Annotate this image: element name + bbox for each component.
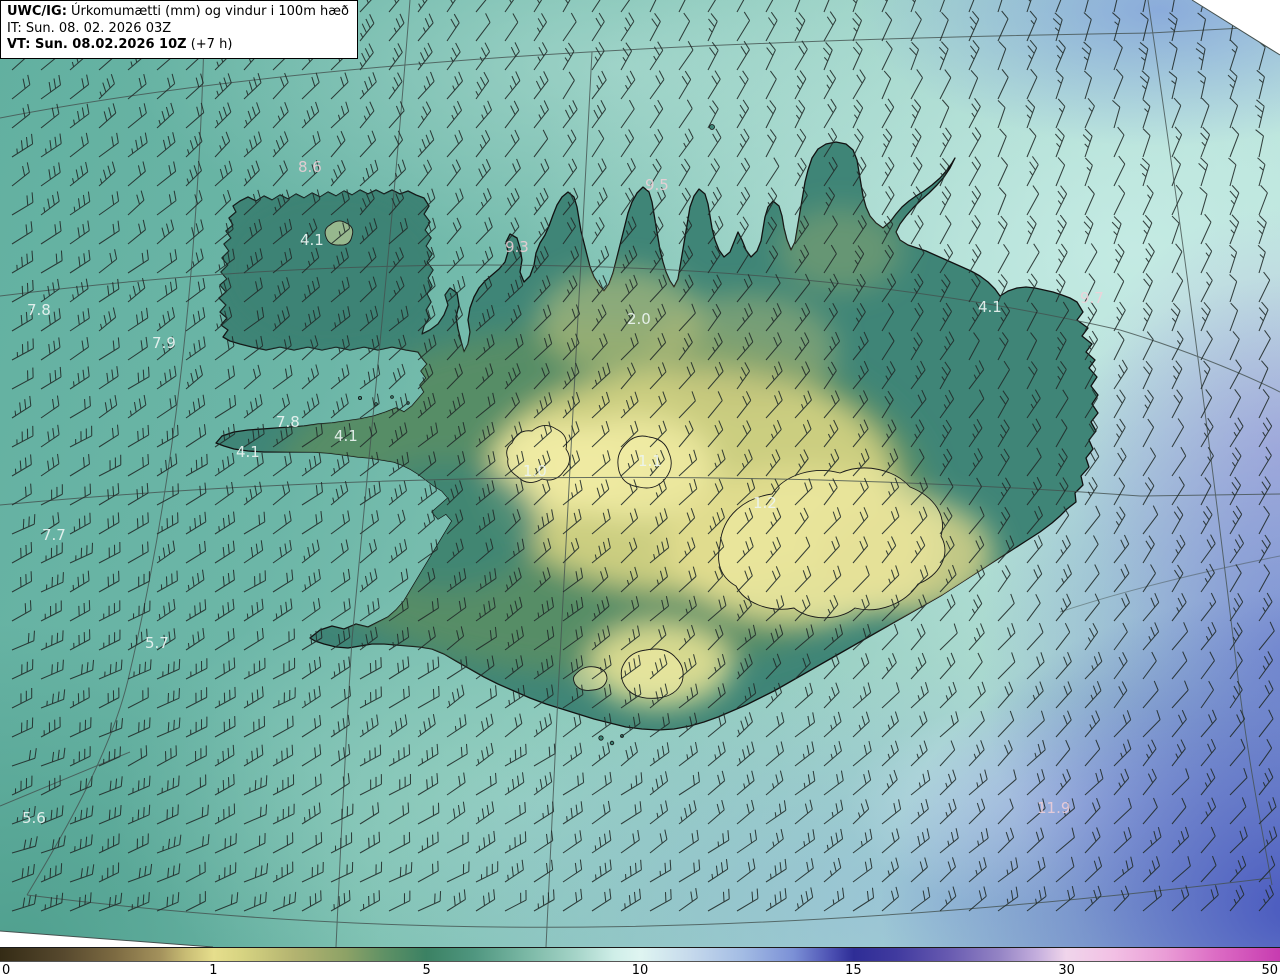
colorbar-tick-5: 5 [422, 963, 430, 978]
map-canvas: 8.6 4.1 9.3 9.5 7.8 7.9 2.0 4.1 9.7 7.8 4.1 4.1 1.0 1… [0, 0, 1280, 947]
precip-value-label: 4.1 [334, 427, 358, 445]
precip-value-label: 1.1 [638, 452, 662, 470]
product-label: UWC/IG: [7, 4, 67, 19]
valid-suffix: (+7 h) [191, 37, 233, 52]
precip-value-label: 7.7 [42, 526, 66, 544]
title-line-product: UWC/IG: Úrkomumætti (mm) og vindur i 100… [7, 4, 349, 21]
colorbar-tick-30: 30 [1058, 963, 1075, 978]
map-overlay: 8.6 4.1 9.3 9.5 7.8 7.9 2.0 4.1 9.7 7.8 4.1 4.1 1.0 1… [0, 0, 1280, 947]
title-line-valid: VT: Sun. 08.02.2026 10Z (+7 h) [7, 37, 349, 54]
glacier-myrdalsjokull [621, 649, 683, 698]
precip-value-label: 1.0 [523, 462, 547, 480]
colorbar-tick-50: 50 [1261, 963, 1278, 978]
precip-value-label: 9.7 [1080, 289, 1104, 307]
island-breidafjordur [358, 396, 361, 399]
island-vestmannaeyjar [599, 736, 603, 740]
precip-value-label: 9.3 [505, 238, 529, 256]
init-value: Sun. 08. 02. 2026 03Z [26, 21, 171, 36]
colorbar-tick-0: 0 [2, 963, 10, 978]
product-title: Úrkomumætti (mm) og vindur i 100m hæð [71, 4, 349, 19]
valid-label: VT: [7, 37, 30, 52]
precip-value-label: 1.2 [753, 494, 777, 512]
init-label: IT: [7, 21, 22, 36]
precip-value-label: 4.1 [300, 231, 324, 249]
valid-value: Sun. 08.02.2026 10Z [35, 37, 187, 52]
precip-value-label: 7.8 [276, 413, 300, 431]
title-box: UWC/IG: Úrkomumætti (mm) og vindur i 100… [0, 0, 358, 59]
title-line-init: IT: Sun. 08. 02. 2026 03Z [7, 21, 349, 38]
weather-map-screenshot: 8.6 4.1 9.3 9.5 7.8 7.9 2.0 4.1 9.7 7.8 4.1 4.1 1.0 1… [0, 0, 1280, 978]
colorbar-tick-labels: 01510153050 [0, 962, 1280, 978]
island-grimsey [710, 125, 715, 130]
precip-colorbar [0, 947, 1280, 962]
precip-value-label: 5.6 [22, 809, 46, 827]
colorbar-tick-10: 10 [632, 963, 649, 978]
precip-value-label: 4.1 [236, 443, 260, 461]
precip-value-label: 2.0 [627, 310, 651, 328]
precip-value-label: 11.9 [1037, 799, 1070, 817]
precip-value-label: 7.8 [27, 301, 51, 319]
precip-value-label: 7.9 [152, 334, 176, 352]
precip-value-label: 8.6 [298, 158, 322, 176]
colorbar-tick-1: 1 [209, 963, 217, 978]
precip-value-label: 4.1 [978, 298, 1002, 316]
precip-value-label: 5.7 [145, 634, 169, 652]
precip-value-label: 9.5 [645, 176, 669, 194]
colorbar-tick-15: 15 [845, 963, 862, 978]
